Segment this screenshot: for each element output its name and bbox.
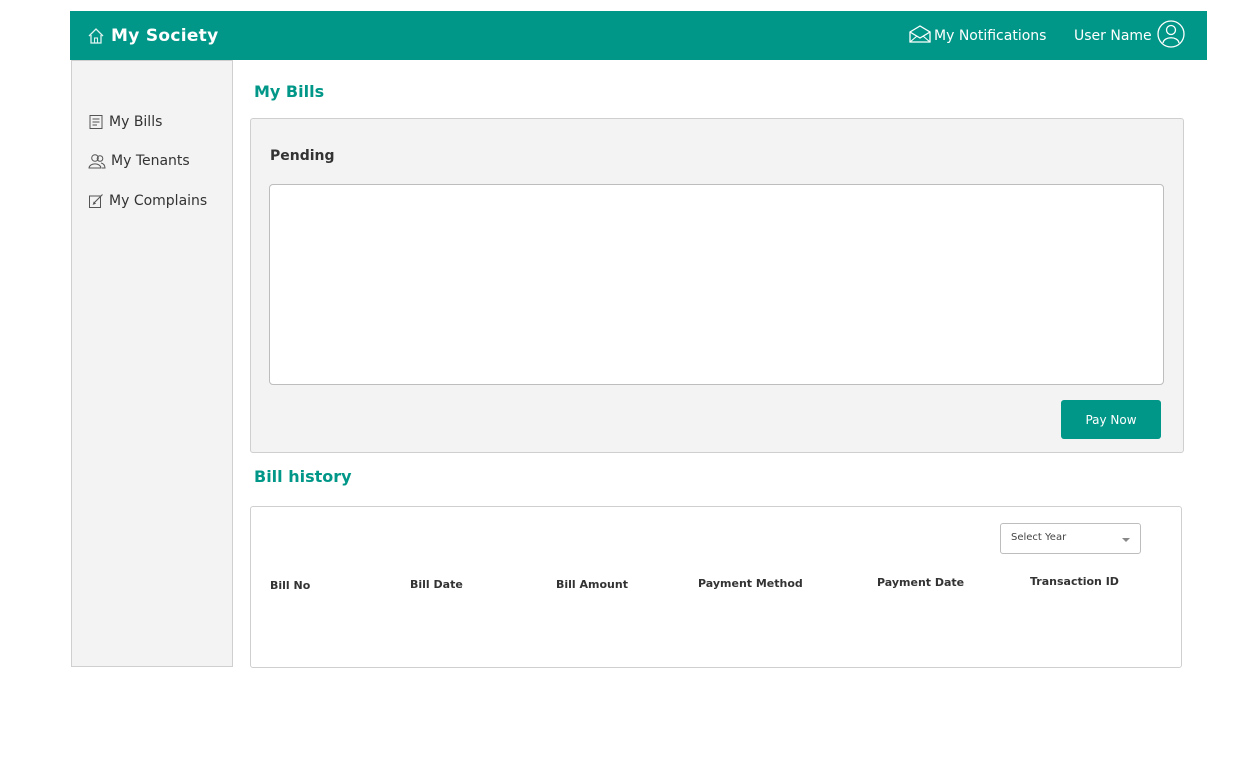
envelope-icon (909, 24, 931, 47)
bill-history-title: Bill history (254, 467, 352, 486)
sidebar-item-my-bills[interactable]: My Bills (88, 114, 162, 130)
column-header-bill-date: Bill Date (410, 578, 463, 591)
column-header-payment-method: Payment Method (698, 577, 803, 590)
notifications-label: My Notifications (934, 27, 1047, 44)
column-header-payment-date: Payment Date (877, 576, 965, 589)
brand-link[interactable]: My Society (87, 11, 218, 60)
year-select[interactable]: Select Year (1000, 523, 1141, 554)
user-menu[interactable]: User Name (1074, 11, 1185, 60)
bill-icon (88, 114, 104, 130)
sidebar-item-my-tenants[interactable]: My Tenants (88, 153, 190, 169)
top-navbar: My Society My Notifications User Name (70, 11, 1207, 60)
sidebar-item-label: My Bills (109, 114, 163, 130)
year-select-value: Select Year (1011, 532, 1067, 543)
notifications-link[interactable]: My Notifications (909, 11, 1046, 60)
home-icon (87, 27, 105, 45)
chevron-down-icon (1122, 538, 1130, 542)
brand-title: My Society (111, 25, 219, 46)
page-title: My Bills (254, 82, 325, 101)
pay-now-button[interactable]: Pay Now (1061, 400, 1161, 439)
sidebar-item-label: My Complains (109, 193, 208, 209)
bill-history-panel: Select Year Bill No Bill Date Bill Amoun… (250, 506, 1182, 668)
sidebar-item-my-complains[interactable]: My Complains (88, 193, 207, 209)
column-header-bill-no: Bill No (270, 579, 311, 592)
user-name-label: User Name (1074, 27, 1152, 44)
column-header-transaction-id: Transaction ID (1030, 575, 1119, 588)
user-avatar-icon (1157, 19, 1185, 52)
pending-panel: Pending Pay Now (250, 118, 1184, 453)
edit-icon (88, 193, 104, 209)
tenants-icon (88, 153, 106, 169)
sidebar-item-label: My Tenants (111, 153, 190, 169)
sidebar: My Bills My Tenants My Complains (71, 60, 233, 667)
column-header-bill-amount: Bill Amount (556, 578, 628, 591)
pending-bills-area (269, 184, 1164, 385)
pending-label: Pending (270, 148, 335, 164)
